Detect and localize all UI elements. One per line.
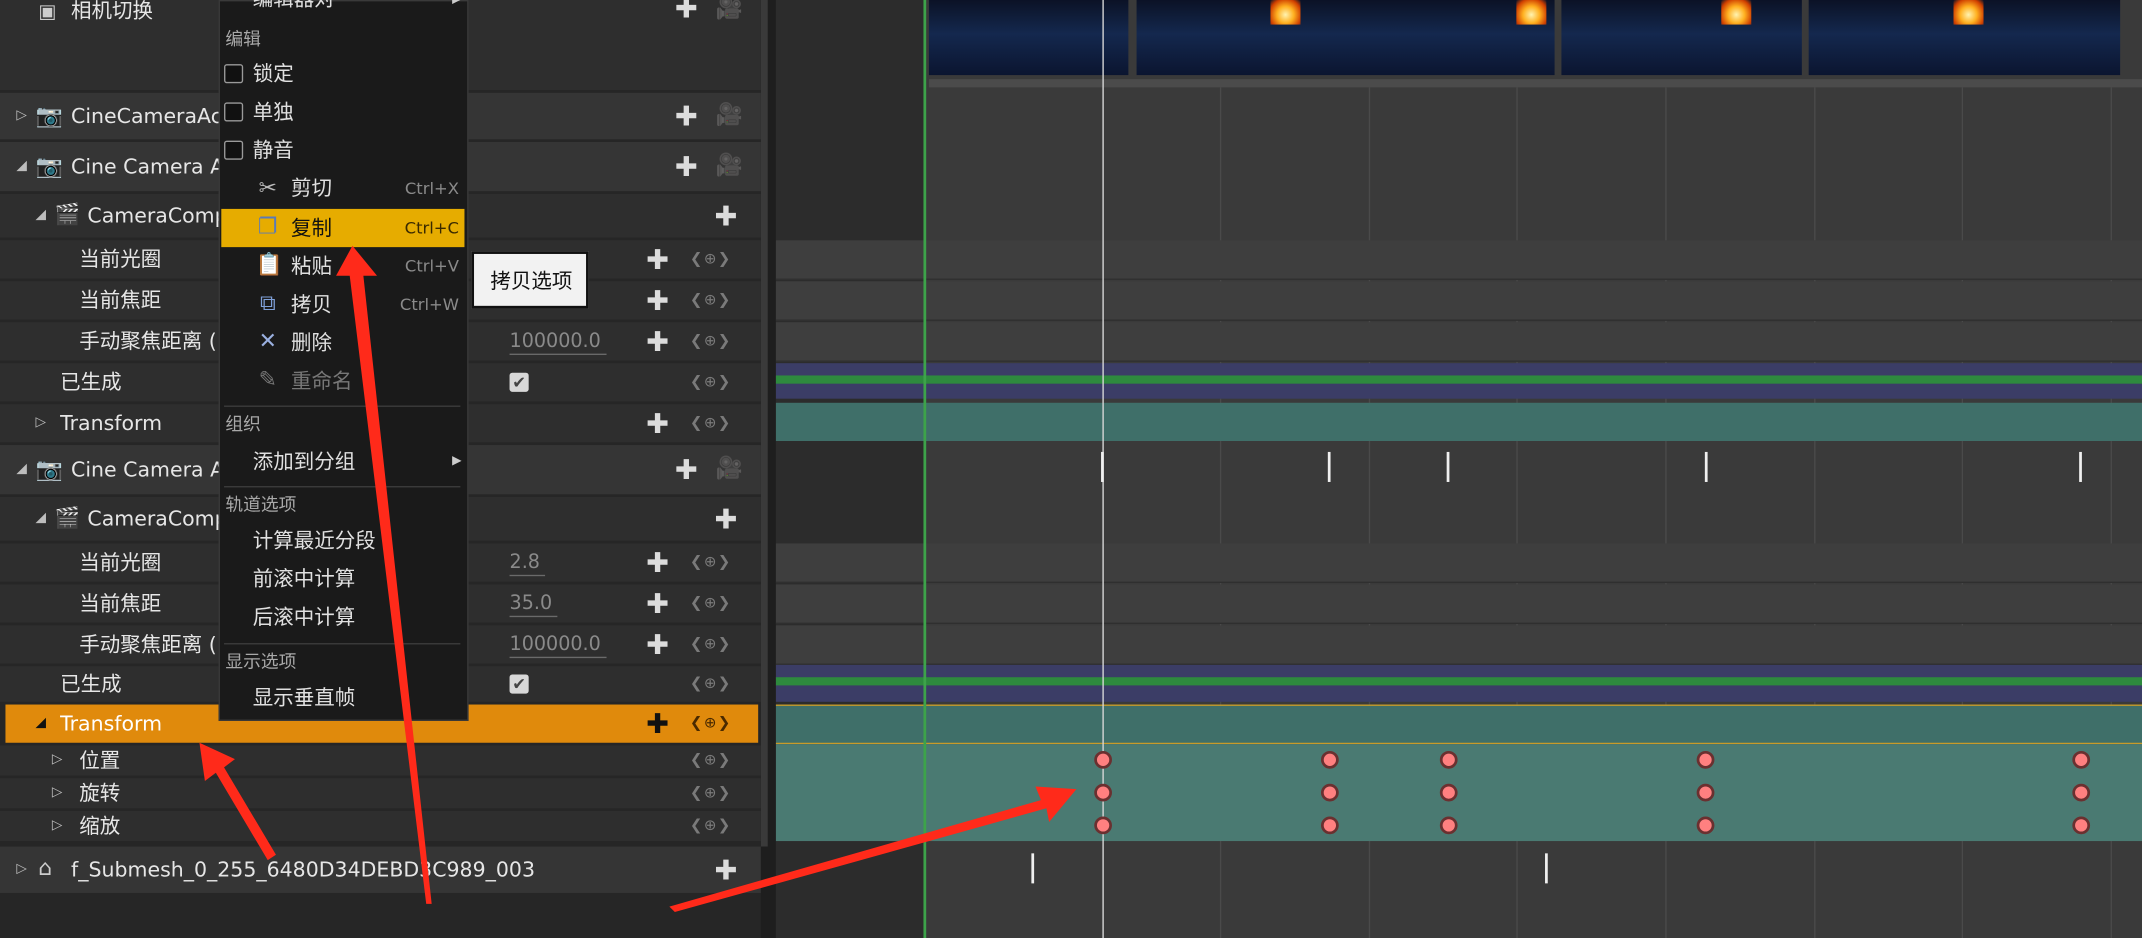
annotation-arrow-to-keyframes bbox=[669, 786, 1077, 913]
annotation-arrow-to-copy bbox=[336, 245, 432, 904]
annotation-arrow-to-transform bbox=[199, 742, 276, 861]
sequencer-window: ▣ 相机切换 ✚ 🎥 ▷ 📷 CineCameraAct ✚ 🎥 ◢ 📷 Cin… bbox=[0, 0, 2142, 938]
annotation-arrows bbox=[199, 245, 1077, 913]
